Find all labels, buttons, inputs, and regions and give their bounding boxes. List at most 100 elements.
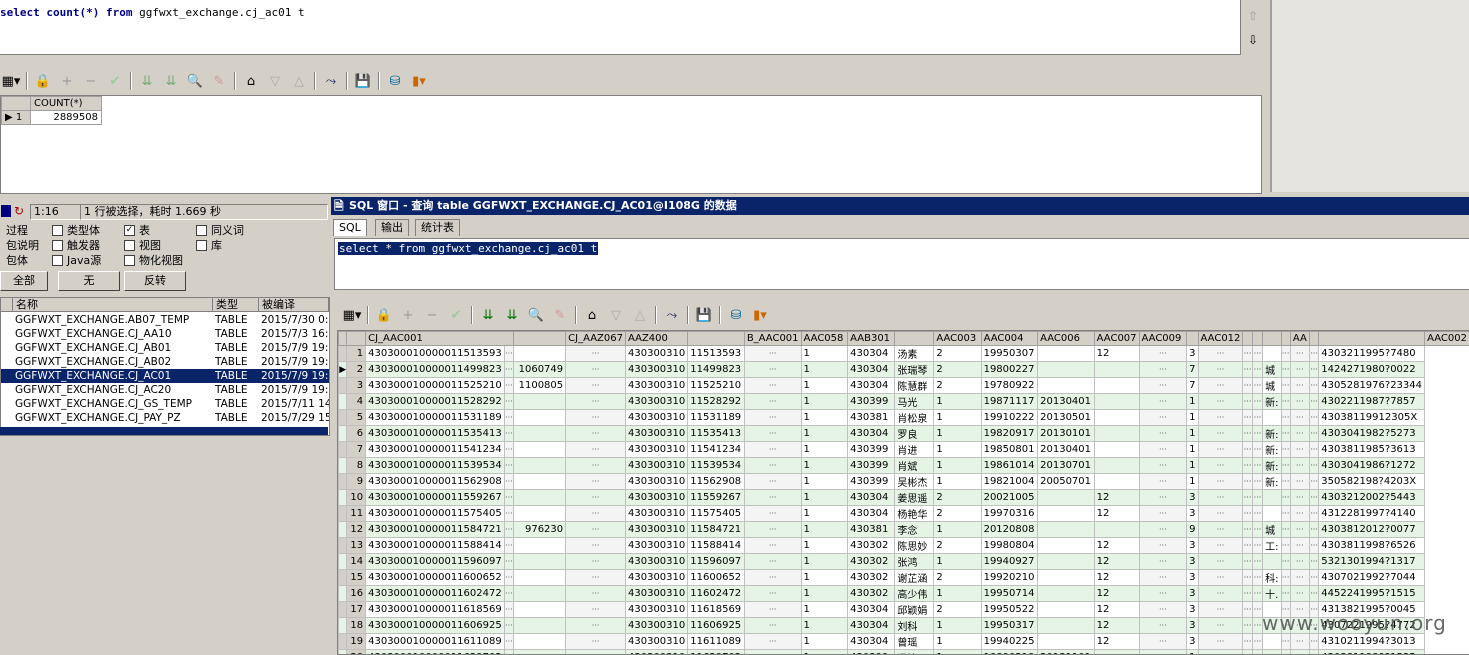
cell[interactable] <box>1094 362 1139 378</box>
cell[interactable]: 430304 <box>848 426 895 442</box>
cell[interactable]: 高少伟 <box>895 586 934 602</box>
table-row[interactable]: 8430300010000011539534······430300310115… <box>339 458 1469 474</box>
table-row[interactable]: ▶2430300010000011499823···1060749···4303… <box>339 362 1469 378</box>
ellipsis-button[interactable]: ··· <box>1198 442 1243 458</box>
ellipsis-button[interactable]: ··· <box>1243 346 1252 362</box>
cell[interactable]: 汤素 <box>895 346 934 362</box>
table-row[interactable]: 20430300010000011629702······43030031011… <box>339 650 1469 655</box>
cell[interactable]: 19850801 <box>981 442 1038 458</box>
cell[interactable]: 1100805 <box>514 378 566 394</box>
cell[interactable]: 43038119912305X <box>1319 410 1425 426</box>
cell[interactable] <box>1263 490 1281 506</box>
cell[interactable] <box>1094 442 1139 458</box>
ellipsis-button[interactable]: ··· <box>566 346 626 362</box>
ellipsis-button[interactable]: ··· <box>1198 618 1243 634</box>
cell[interactable]: 4303812012?0077 <box>1319 522 1425 538</box>
table-row[interactable]: 4430300010000011528292······430300310115… <box>339 394 1469 410</box>
cell[interactable] <box>514 586 566 602</box>
cell[interactable]: 430300310 <box>626 618 688 634</box>
cell[interactable]: 12 <box>1094 538 1139 554</box>
cell[interactable] <box>1094 410 1139 426</box>
cell[interactable]: 1 <box>801 474 848 490</box>
ellipsis-button[interactable]: ··· <box>504 650 513 655</box>
cell[interactable]: 430300010000011513593 <box>366 346 505 362</box>
cell[interactable]: 11606925 <box>688 618 745 634</box>
top-editor-scrollbar[interactable]: ⇧ ⇩ <box>1241 0 1267 54</box>
cell[interactable]: 19950307 <box>981 346 1038 362</box>
ellipsis-button[interactable]: ··· <box>1309 426 1318 442</box>
ellipsis-button[interactable]: ··· <box>1243 394 1252 410</box>
previous-record-icon[interactable]: ▽ <box>607 306 625 324</box>
ellipsis-button[interactable]: ··· <box>744 650 801 655</box>
cell[interactable]: 11528292 <box>688 394 745 410</box>
cell[interactable]: 3 <box>1187 554 1198 570</box>
ellipsis-button[interactable]: ··· <box>1139 346 1187 362</box>
row-number[interactable]: 6 <box>347 426 366 442</box>
ellipsis-button[interactable]: ··· <box>1252 474 1262 490</box>
cell[interactable]: 976230 <box>514 522 566 538</box>
cell[interactable]: 1 <box>801 442 848 458</box>
cell[interactable]: 1 <box>801 538 848 554</box>
cell[interactable]: 430300310 <box>626 522 688 538</box>
ellipsis-button[interactable]: ··· <box>744 394 801 410</box>
row-number[interactable]: 13 <box>347 538 366 554</box>
cell[interactable]: 19970316 <box>981 506 1038 522</box>
filter-library[interactable]: 库 <box>196 237 222 253</box>
ellipsis-button[interactable]: ··· <box>1198 426 1243 442</box>
ellipsis-button[interactable]: ··· <box>1139 554 1187 570</box>
clear-icon[interactable]: ✎ <box>551 306 569 324</box>
cell[interactable]: 1 <box>801 490 848 506</box>
cell[interactable]: 4303811998?6526 <box>1319 538 1425 554</box>
ellipsis-button[interactable]: ··· <box>1252 522 1262 538</box>
table-row[interactable]: 5430300010000011531189······430300310115… <box>339 410 1469 426</box>
cell[interactable]: 新: <box>1263 426 1281 442</box>
column-header-type[interactable]: 类型 <box>213 298 259 312</box>
ellipsis-button[interactable]: ··· <box>504 506 513 522</box>
ellipsis-button[interactable]: ··· <box>1252 650 1262 655</box>
ellipsis-button[interactable]: ··· <box>1252 490 1262 506</box>
cell[interactable]: 4303041982?5273 <box>1319 426 1425 442</box>
cell[interactable]: 刘科 <box>895 618 934 634</box>
row-indicator[interactable] <box>339 346 347 362</box>
checkbox[interactable] <box>196 225 207 236</box>
cell[interactable]: 19980804 <box>981 538 1038 554</box>
ellipsis-button[interactable]: ··· <box>1309 554 1318 570</box>
cell[interactable]: 1 <box>801 362 848 378</box>
cell[interactable] <box>1263 554 1281 570</box>
cell[interactable]: 科: <box>1263 570 1281 586</box>
object-list-scrollbar[interactable] <box>0 427 328 435</box>
cell[interactable] <box>514 410 566 426</box>
row-number[interactable]: 3 <box>347 378 366 394</box>
ellipsis-button[interactable]: ··· <box>1281 346 1290 362</box>
query-by-example-icon[interactable]: ⌂ <box>242 72 260 90</box>
ellipsis-button[interactable]: ··· <box>1281 426 1290 442</box>
row-indicator[interactable] <box>339 538 347 554</box>
ellipsis-button[interactable]: ··· <box>1243 586 1252 602</box>
ellipsis-button[interactable]: ··· <box>504 634 513 650</box>
ellipsis-button[interactable]: ··· <box>1281 362 1290 378</box>
cell[interactable]: 2 <box>934 538 981 554</box>
ellipsis-button[interactable]: ··· <box>1290 410 1309 426</box>
ellipsis-button[interactable]: ··· <box>504 602 513 618</box>
column-header[interactable] <box>1243 332 1252 346</box>
cell[interactable]: 430399 <box>848 442 895 458</box>
cell[interactable]: 1 <box>801 458 848 474</box>
cell[interactable]: 1 <box>934 426 981 442</box>
ellipsis-button[interactable]: ··· <box>504 586 513 602</box>
ellipsis-button[interactable]: ··· <box>566 458 626 474</box>
ellipsis-button[interactable]: ··· <box>1243 538 1252 554</box>
column-header[interactable]: CJ_AAZ067 <box>566 332 626 346</box>
ellipsis-button[interactable]: ··· <box>1139 458 1187 474</box>
row-indicator[interactable] <box>339 570 347 586</box>
connect-icon[interactable]: ⤳ <box>322 72 340 90</box>
cell[interactable]: 十. <box>1263 586 1281 602</box>
cell[interactable]: 430300010000011600652 <box>366 570 505 586</box>
cell[interactable]: 4303811989?1535 <box>1319 650 1425 655</box>
tab-output[interactable]: 输出 <box>375 219 409 236</box>
cell[interactable]: 1 <box>801 394 848 410</box>
ellipsis-button[interactable]: ··· <box>504 538 513 554</box>
column-header[interactable]: AAC006 <box>1038 332 1095 346</box>
column-header[interactable]: B_AAC001 <box>744 332 801 346</box>
row-indicator[interactable] <box>339 634 347 650</box>
cell[interactable] <box>1038 618 1095 634</box>
